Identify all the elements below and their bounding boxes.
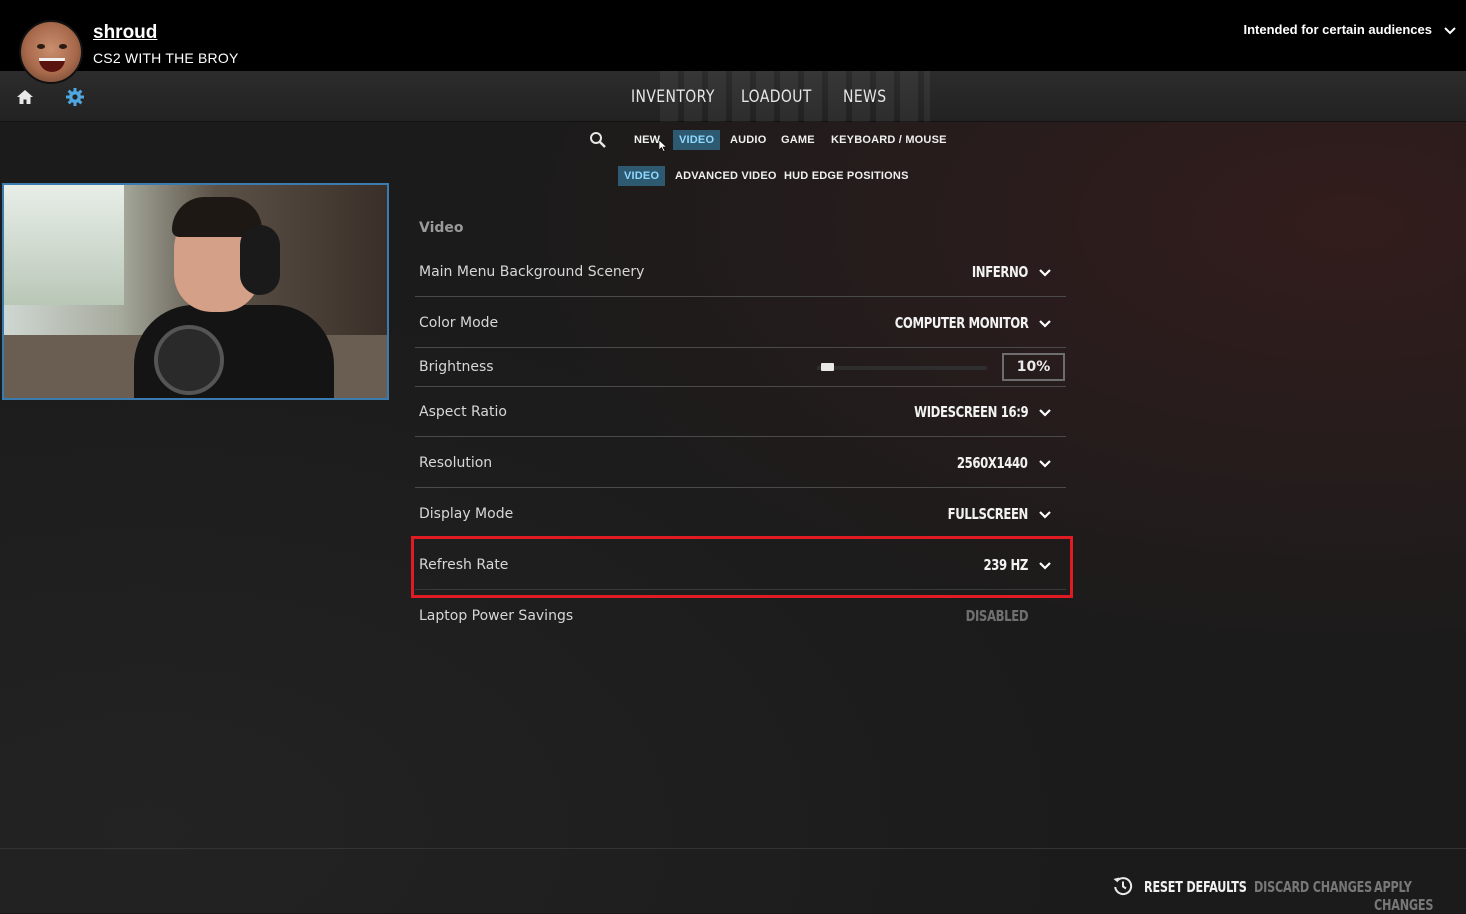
- refresh-rate-highlight-box: [411, 536, 1073, 598]
- setting-value-disabled: DISABLED: [965, 607, 1028, 625]
- setting-label: Resolution: [419, 455, 493, 471]
- setting-value-dropdown[interactable]: INFERNO: [972, 247, 1029, 297]
- chevron-down-icon[interactable]: [1442, 22, 1458, 38]
- setting-value-dropdown[interactable]: 2560X1440: [957, 438, 1028, 488]
- avatar[interactable]: [19, 20, 83, 84]
- brightness-slider-thumb[interactable]: [820, 363, 834, 371]
- setting-value-dropdown[interactable]: WIDESCREEN 16:9: [914, 387, 1028, 437]
- settings-tab-game[interactable]: GAME: [775, 130, 821, 150]
- setting-label: Main Menu Background Scenery: [419, 264, 645, 280]
- video-tab-video[interactable]: VIDEO: [618, 166, 666, 186]
- setting-value-dropdown[interactable]: FULLSCREEN: [948, 489, 1029, 539]
- webcam-microphone: [154, 325, 224, 395]
- gear-icon[interactable]: [65, 87, 85, 107]
- reset-defaults-button[interactable]: RESET DEFAULTS: [1144, 878, 1247, 896]
- settings-tab-video[interactable]: VIDEO: [673, 130, 721, 150]
- chevron-down-icon[interactable]: [1038, 316, 1052, 330]
- audience-notice[interactable]: Intended for certain audiences: [1243, 22, 1432, 37]
- setting-row-laptop-power-savings[interactable]: Laptop Power Savings DISABLED: [415, 591, 1066, 641]
- brightness-value-input[interactable]: 10%: [1002, 353, 1065, 381]
- setting-value-dropdown[interactable]: COMPUTER MONITOR: [894, 298, 1028, 348]
- stream-header: shroud CS2 WITH THE BROY Intended for ce…: [0, 0, 1466, 71]
- channel-name-link[interactable]: shroud: [93, 22, 157, 44]
- setting-row-background-scenery[interactable]: Main Menu Background Scenery INFERNO: [415, 247, 1066, 297]
- search-icon[interactable]: [589, 131, 607, 149]
- tab-loadout[interactable]: LOADOUT: [741, 87, 812, 107]
- home-icon[interactable]: [16, 88, 34, 106]
- top-nav: INVENTORY LOADOUT NEWS: [0, 71, 1466, 122]
- chevron-down-icon[interactable]: [1038, 456, 1052, 470]
- webcam-window: [4, 185, 124, 305]
- setting-row-brightness[interactable]: Brightness 10%: [415, 348, 1066, 387]
- setting-label: Display Mode: [419, 506, 514, 522]
- stream-title: CS2 WITH THE BROY: [93, 50, 239, 66]
- apply-changes-button[interactable]: APPLY CHANGES: [1374, 878, 1443, 914]
- game-screen: INVENTORY LOADOUT NEWS NEW VIDEO AUDIO G…: [0, 71, 1466, 914]
- webcam-headset: [240, 225, 280, 295]
- chevron-down-icon[interactable]: [1038, 265, 1052, 279]
- section-title: Video: [419, 220, 464, 236]
- setting-label: Aspect Ratio: [419, 404, 507, 420]
- chevron-down-icon[interactable]: [1038, 405, 1052, 419]
- footer-divider: [0, 848, 1466, 849]
- video-tab-hud-edge-positions[interactable]: HUD EDGE POSITIONS: [778, 166, 915, 186]
- mouse-cursor-icon: [659, 140, 667, 152]
- tab-inventory[interactable]: INVENTORY: [631, 87, 715, 107]
- setting-row-resolution[interactable]: Resolution 2560X1440: [415, 438, 1066, 488]
- setting-row-display-mode[interactable]: Display Mode FULLSCREEN: [415, 489, 1066, 539]
- setting-label: Laptop Power Savings: [419, 608, 574, 624]
- tab-news[interactable]: NEWS: [843, 87, 887, 107]
- brightness-slider-track[interactable]: [817, 366, 987, 370]
- setting-label: Color Mode: [419, 315, 499, 331]
- setting-row-aspect-ratio[interactable]: Aspect Ratio WIDESCREEN 16:9: [415, 387, 1066, 437]
- webcam-overlay: [2, 183, 389, 400]
- settings-tab-audio[interactable]: AUDIO: [724, 130, 772, 150]
- reset-history-icon[interactable]: [1112, 875, 1134, 897]
- setting-label: Brightness: [419, 359, 494, 375]
- setting-row-color-mode[interactable]: Color Mode COMPUTER MONITOR: [415, 298, 1066, 348]
- avatar-eye: [59, 44, 67, 49]
- avatar-eye: [37, 44, 45, 49]
- avatar-mouth: [39, 58, 65, 72]
- video-tab-advanced-video[interactable]: ADVANCED VIDEO: [669, 166, 783, 186]
- settings-tab-keyboard-mouse[interactable]: KEYBOARD / MOUSE: [825, 130, 953, 150]
- discard-changes-button[interactable]: DISCARD CHANGES: [1254, 878, 1372, 896]
- chevron-down-icon[interactable]: [1038, 507, 1052, 521]
